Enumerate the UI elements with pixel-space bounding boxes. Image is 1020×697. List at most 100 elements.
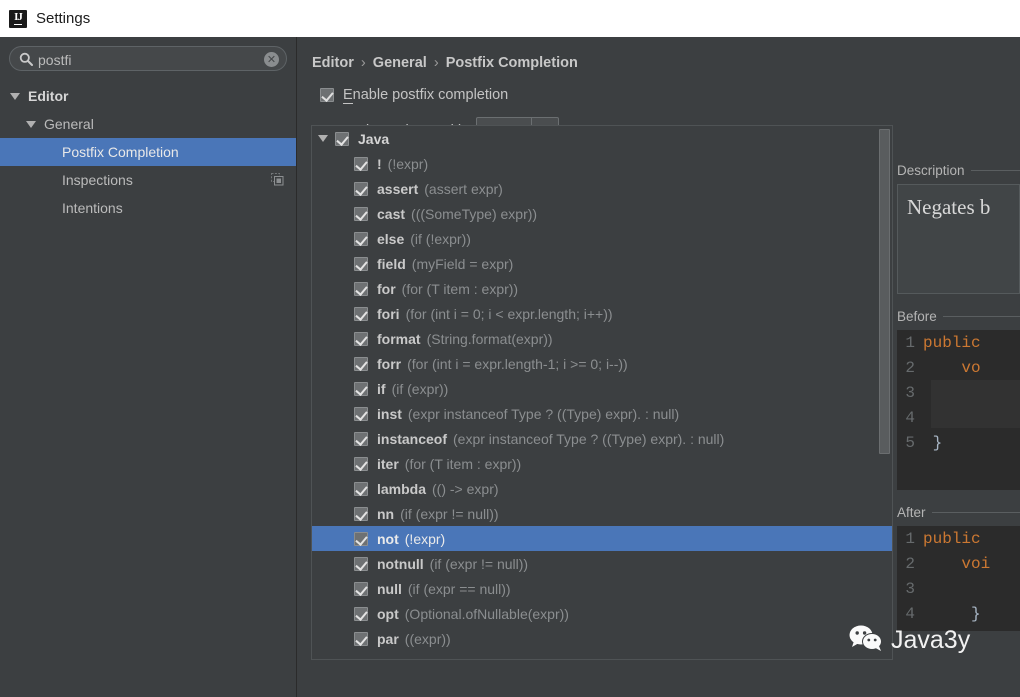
template-row[interactable]: opt (Optional.ofNullable(expr)) bbox=[312, 601, 892, 626]
template-row[interactable]: null (if (expr == null)) bbox=[312, 576, 892, 601]
template-checkbox[interactable] bbox=[354, 181, 368, 196]
code-line: 1 public bbox=[897, 526, 1020, 551]
template-checkbox[interactable] bbox=[354, 456, 368, 471]
template-list-scrollbar[interactable] bbox=[879, 129, 890, 454]
template-row[interactable]: not (!expr) bbox=[312, 526, 892, 551]
template-description: (for (T item : expr)) bbox=[401, 280, 519, 297]
template-key: assert bbox=[377, 180, 419, 197]
divider bbox=[942, 315, 1020, 317]
line-number: 4 bbox=[905, 604, 915, 623]
search-container: postfi ✕ bbox=[0, 37, 296, 71]
clear-icon[interactable]: ✕ bbox=[264, 52, 279, 67]
search-input[interactable]: postfi ✕ bbox=[9, 46, 287, 71]
sidebar-item-inspections[interactable]: Inspections bbox=[0, 166, 296, 194]
sidebar-item-postfix-completion[interactable]: Postfix Completion bbox=[0, 138, 296, 166]
template-key: ! bbox=[377, 155, 382, 172]
template-row[interactable]: par ((expr)) bbox=[312, 626, 892, 651]
template-row[interactable]: assert (assert expr) bbox=[312, 176, 892, 201]
template-description: (if (expr == null)) bbox=[407, 580, 511, 597]
line-number: 3 bbox=[905, 579, 915, 598]
code-text: } bbox=[923, 433, 943, 452]
template-checkbox[interactable] bbox=[354, 206, 368, 221]
template-checkbox[interactable] bbox=[354, 156, 368, 171]
template-checkbox[interactable] bbox=[354, 531, 368, 546]
template-row[interactable]: iter (for (T item : expr)) bbox=[312, 451, 892, 476]
code-line: 5 } bbox=[897, 430, 1020, 455]
template-checkbox[interactable] bbox=[354, 306, 368, 321]
search-icon bbox=[19, 52, 33, 66]
template-row[interactable]: field (myField = expr) bbox=[312, 251, 892, 276]
template-group-java[interactable]: Java bbox=[312, 126, 892, 151]
breadcrumb-item-general[interactable]: General bbox=[373, 55, 427, 71]
chevron-down-icon[interactable] bbox=[318, 135, 328, 142]
template-description: (if (expr)) bbox=[391, 380, 449, 397]
template-row[interactable]: format (String.format(expr)) bbox=[312, 326, 892, 351]
enable-postfix-completion-label: Enable postfix completion bbox=[343, 87, 508, 104]
template-checkbox[interactable] bbox=[354, 381, 368, 396]
code-highlight bbox=[931, 380, 1020, 428]
after-title-label: After bbox=[897, 504, 926, 520]
template-row[interactable]: for (for (T item : expr)) bbox=[312, 276, 892, 301]
template-row[interactable]: lambda (() -> expr) bbox=[312, 476, 892, 501]
template-key: for bbox=[377, 280, 396, 297]
template-key: else bbox=[377, 230, 405, 247]
template-row[interactable]: ! (!expr) bbox=[312, 151, 892, 176]
template-checkbox[interactable] bbox=[354, 581, 368, 596]
code-keyword: public bbox=[923, 529, 981, 548]
template-checkbox[interactable] bbox=[354, 356, 368, 371]
code-line: 2 voi bbox=[897, 551, 1020, 576]
template-key: format bbox=[377, 330, 421, 347]
template-row[interactable]: forr (for (int i = expr.length-1; i >= 0;… bbox=[312, 351, 892, 376]
template-description: (expr instanceof Type ? ((Type) expr). :… bbox=[453, 430, 725, 447]
breadcrumb-item-editor[interactable]: Editor bbox=[312, 55, 354, 71]
breadcrumb-separator: › bbox=[433, 55, 439, 71]
template-checkbox[interactable] bbox=[354, 481, 368, 496]
description-section-title: Description bbox=[897, 160, 1020, 180]
template-row[interactable]: nn (if (expr != null)) bbox=[312, 501, 892, 526]
chevron-down-icon bbox=[26, 120, 36, 128]
sidebar-item-intentions[interactable]: Intentions bbox=[0, 194, 296, 222]
line-number: 1 bbox=[905, 333, 915, 352]
template-checkbox[interactable] bbox=[354, 406, 368, 421]
template-row[interactable]: instanceof (expr instanceof Type ? ((Type… bbox=[312, 426, 892, 451]
template-checkbox[interactable] bbox=[354, 281, 368, 296]
sidebar-item-editor[interactable]: Editor bbox=[0, 82, 296, 110]
template-row[interactable]: inst (expr instanceof Type ? ((Type) expr… bbox=[312, 401, 892, 426]
template-description: (((SomeType) expr)) bbox=[411, 205, 538, 222]
enable-postfix-completion-row[interactable]: Enable postfix completion bbox=[298, 71, 1020, 104]
enable-postfix-completion-checkbox[interactable] bbox=[320, 88, 334, 102]
template-description: ((expr)) bbox=[404, 630, 451, 647]
template-row[interactable]: notnull (if (expr != null)) bbox=[312, 551, 892, 576]
template-key: notnull bbox=[377, 555, 424, 572]
template-description: (for (T item : expr)) bbox=[404, 455, 522, 472]
template-checkbox[interactable] bbox=[354, 631, 368, 646]
template-key: inst bbox=[377, 405, 402, 422]
template-row[interactable]: if (if (expr)) bbox=[312, 376, 892, 401]
template-key: forr bbox=[377, 355, 402, 372]
search-value: postfi bbox=[38, 51, 72, 68]
after-section-title: After bbox=[897, 502, 1020, 522]
code-line: 4 } bbox=[897, 601, 1020, 626]
template-row[interactable]: else (if (!expr)) bbox=[312, 226, 892, 251]
sidebar-item-label: General bbox=[44, 116, 94, 132]
template-checkbox[interactable] bbox=[354, 556, 368, 571]
template-checkbox[interactable] bbox=[354, 606, 368, 621]
template-checkbox[interactable] bbox=[354, 506, 368, 521]
breadcrumb-separator: › bbox=[360, 55, 366, 71]
template-row[interactable]: cast (((SomeType) expr)) bbox=[312, 201, 892, 226]
line-number: 4 bbox=[905, 408, 915, 427]
template-checkbox[interactable] bbox=[354, 431, 368, 446]
watermark: Java3y bbox=[849, 624, 970, 657]
template-row[interactable]: fori (for (int i = 0; i < expr.length; i+… bbox=[312, 301, 892, 326]
template-checkbox[interactable] bbox=[354, 256, 368, 271]
template-checkbox[interactable] bbox=[354, 231, 368, 246]
settings-window: IJ Settings postfi ✕ Editor General Post… bbox=[0, 0, 1020, 697]
copy-icon[interactable] bbox=[271, 173, 284, 186]
template-group-checkbox[interactable] bbox=[335, 131, 349, 146]
template-checkbox[interactable] bbox=[354, 331, 368, 346]
template-key: not bbox=[377, 530, 399, 547]
template-description: (for (int i = expr.length-1; i >= 0; i--… bbox=[407, 355, 628, 372]
sidebar-item-general[interactable]: General bbox=[0, 110, 296, 138]
sidebar-item-label: Inspections bbox=[62, 172, 133, 188]
